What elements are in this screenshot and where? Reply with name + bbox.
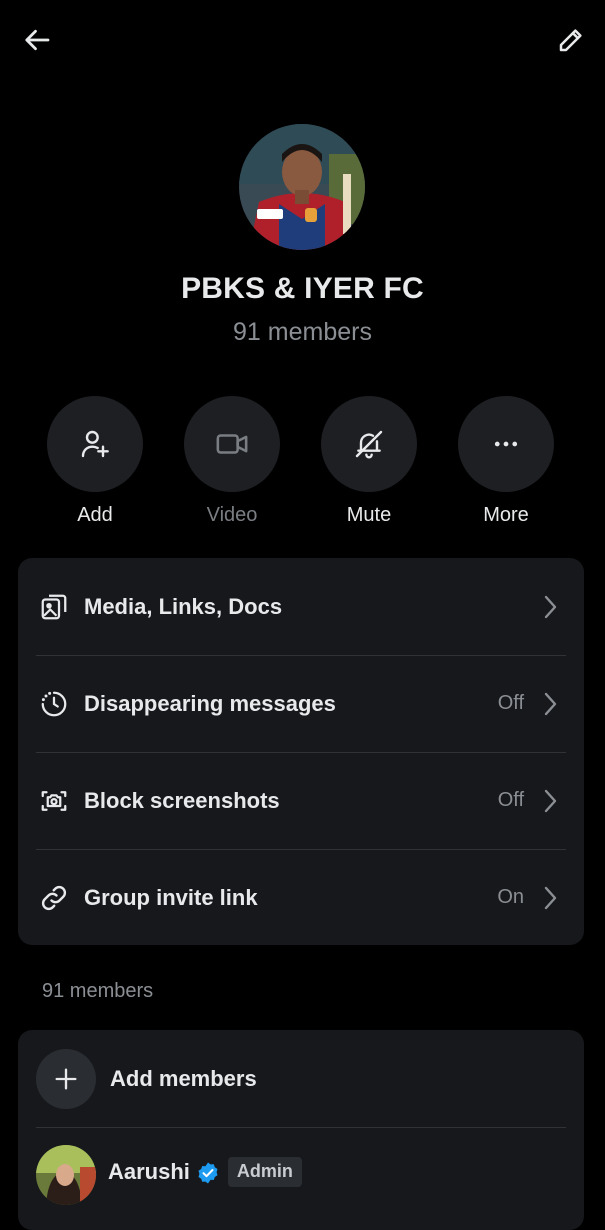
member-name: Aarushi xyxy=(108,1159,190,1184)
members-section-label: 91 members xyxy=(42,980,154,1002)
add-action[interactable]: Add xyxy=(47,396,143,527)
plus-icon xyxy=(55,1068,77,1089)
more-dots-icon xyxy=(494,441,518,447)
more-action[interactable]: More xyxy=(458,396,554,527)
mute-label: Mute xyxy=(346,504,392,526)
mute-action[interactable]: Mute xyxy=(321,396,417,527)
edit-button[interactable] xyxy=(553,22,589,58)
bell-off-icon xyxy=(355,430,383,459)
group-name: PBKS & IYER FC xyxy=(181,272,424,305)
settings-row-title: Group invite link xyxy=(84,884,258,910)
mute-button[interactable] xyxy=(321,396,417,492)
camera-block-icon xyxy=(38,785,70,817)
chevron-right-icon xyxy=(540,884,560,912)
member-row[interactable]: Aarushi Admin xyxy=(18,1127,584,1227)
add-members-row[interactable]: Add members xyxy=(18,1030,584,1127)
settings-row-value: On xyxy=(497,886,524,908)
group-member-count: 91 members xyxy=(233,318,372,346)
settings-row-value: Off xyxy=(497,692,524,714)
members-card: Add members Aarushi Admin xyxy=(18,1030,584,1230)
top-bar xyxy=(0,0,605,84)
link-icon xyxy=(38,882,70,914)
settings-row-title: Disappearing messages xyxy=(84,690,336,716)
chevron-right-icon xyxy=(540,787,560,815)
settings-row-disappearing[interactable]: Disappearing messages Off xyxy=(18,655,584,752)
settings-row-title: Block screenshots xyxy=(84,787,280,813)
timer-icon xyxy=(38,688,70,720)
admin-badge: Admin xyxy=(227,1157,302,1187)
add-label: Add xyxy=(77,504,113,526)
settings-row-value: Off xyxy=(497,789,524,811)
add-members-label: Add members xyxy=(110,1065,257,1091)
add-person-icon xyxy=(81,430,109,458)
avatar[interactable] xyxy=(36,1145,96,1205)
chevron-right-icon xyxy=(540,690,560,718)
pencil-icon xyxy=(559,29,582,52)
settings-row-title: Media, Links, Docs xyxy=(84,593,283,619)
settings-row-invite-link[interactable]: Group invite link On xyxy=(18,849,584,946)
video-button[interactable] xyxy=(184,396,280,492)
group-avatar[interactable] xyxy=(239,124,365,250)
back-button[interactable] xyxy=(20,22,56,58)
action-bar: Add Video Mute More xyxy=(0,396,605,526)
settings-card: Media, Links, Docs Disappearing messages… xyxy=(18,558,584,945)
more-label: More xyxy=(483,504,529,526)
arrow-left-icon xyxy=(25,29,50,51)
media-icon xyxy=(38,591,70,623)
video-label: Video xyxy=(206,504,258,526)
add-members-button[interactable] xyxy=(36,1048,96,1109)
add-button[interactable] xyxy=(47,396,143,492)
settings-row-screenshots[interactable]: Block screenshots Off xyxy=(18,752,584,849)
video-icon xyxy=(216,434,248,454)
chevron-right-icon xyxy=(540,593,560,621)
video-action[interactable]: Video xyxy=(184,396,280,527)
more-button[interactable] xyxy=(458,396,554,492)
settings-row-media[interactable]: Media, Links, Docs xyxy=(18,558,584,655)
verified-badge-icon xyxy=(196,1161,220,1185)
